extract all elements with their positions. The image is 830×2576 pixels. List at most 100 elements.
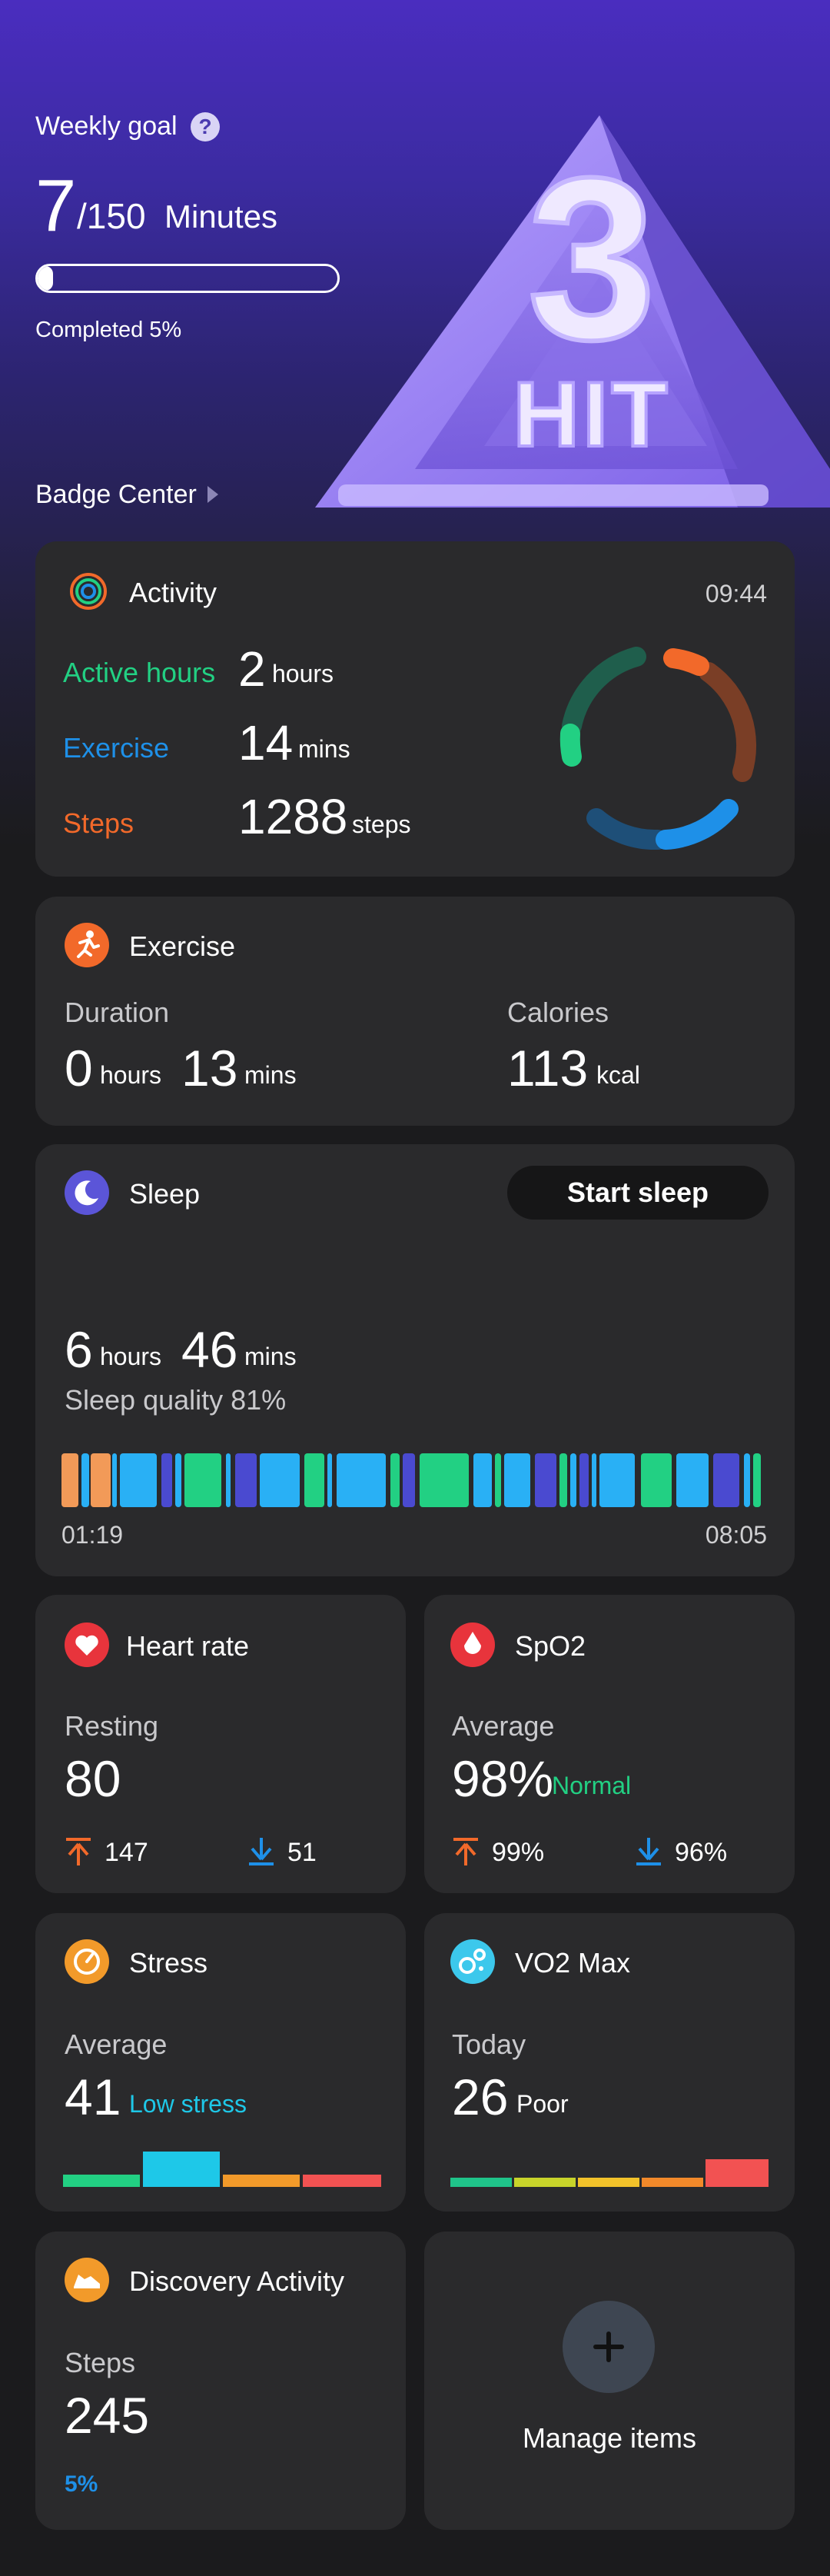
sleep-stage-segment [559, 1453, 567, 1507]
badge-number: 3 [528, 129, 656, 388]
moon-icon [65, 1170, 109, 1215]
vo2-max-card[interactable]: VO2 Max Today 26 Poor [424, 1913, 795, 2212]
vo2-bar-2 [514, 2178, 576, 2187]
exercise-title: Exercise [129, 930, 236, 962]
stress-bar-high [303, 2175, 381, 2187]
help-icon[interactable]: ? [191, 112, 220, 141]
exercise-minutes-label: Exercise [63, 732, 170, 764]
chevron-right-icon [208, 486, 218, 503]
vo2-bar-5 [706, 2159, 769, 2187]
spo2-label: Average [452, 1710, 555, 1742]
spo2-max: 99% [492, 1838, 545, 1867]
sleep-quality: Sleep quality 81% [65, 1384, 287, 1416]
heart-rate-min: 51 [287, 1838, 317, 1867]
duration-mins-unit: mins [244, 1061, 297, 1089]
weekly-goal-value: 7 [35, 165, 77, 247]
calories-unit: kcal [596, 1061, 640, 1089]
stress-card[interactable]: Stress Average 41 Low stress [35, 1913, 406, 2212]
sleep-stage-segment [390, 1453, 400, 1507]
start-sleep-button[interactable]: Start sleep [507, 1166, 769, 1220]
discovery-percent: 5% [65, 2471, 98, 2497]
exercise-minutes-value: 14 [238, 715, 294, 770]
sleep-stage-segment [112, 1453, 117, 1507]
vo2-bar-1 [450, 2178, 512, 2187]
activity-card[interactable]: Activity 09:44 Active hours 2 hours Exer… [35, 541, 795, 877]
sleep-mins-value: 46 [181, 1321, 238, 1378]
exercise-card[interactable]: Exercise Duration 0 hours 13 mins Calori… [35, 897, 795, 1126]
sleep-mins-unit: mins [244, 1343, 297, 1370]
sleep-stage-segment [81, 1453, 89, 1507]
activity-title: Activity [129, 577, 217, 608]
arrow-down-icon [636, 1838, 661, 1865]
sleep-stage-segment [495, 1453, 501, 1507]
sleep-stage-segment [420, 1453, 469, 1507]
blood-drop-icon [450, 1622, 495, 1667]
sleep-stage-segment [91, 1453, 111, 1507]
arrow-up-icon [453, 1838, 478, 1865]
sleep-stage-segment [260, 1453, 300, 1507]
vo2-max-status: Poor [516, 2090, 569, 2118]
active-hours-unit: hours [272, 660, 334, 687]
sleep-stage-segment [744, 1453, 750, 1507]
badge-3-hit-icon[interactable]: 3 HIT [307, 108, 830, 515]
heart-rate-label: Resting [65, 1710, 159, 1742]
spo2-status: Normal [552, 1772, 632, 1799]
duration-label: Duration [65, 997, 170, 1028]
heart-rate-card[interactable]: Heart rate Resting 80 147 51 [35, 1595, 406, 1893]
sleep-stage-segment [161, 1453, 172, 1507]
stress-bar-medium [223, 2175, 300, 2187]
discovery-steps-value: 245 [65, 2387, 150, 2444]
sleep-stage-segment [184, 1453, 221, 1507]
ring-steps-track [699, 662, 757, 782]
sleep-stage-segment [535, 1453, 556, 1507]
badge-subtext: HIT [513, 363, 670, 466]
sleep-stage-segment [504, 1453, 530, 1507]
running-icon [65, 923, 109, 967]
sleep-stage-segment [120, 1453, 157, 1507]
stress-label: Average [65, 2029, 168, 2060]
sleep-title: Sleep [129, 1178, 201, 1210]
duration-hours-value: 0 [65, 1040, 93, 1097]
plus-icon-vertical [606, 2331, 611, 2362]
sleep-stage-segment [175, 1453, 181, 1507]
badge-center-link[interactable]: Badge Center [35, 480, 197, 510]
vo2-max-label: Today [452, 2029, 526, 2060]
stress-bar-relaxed [63, 2175, 140, 2187]
vo2-max-title: VO2 Max [515, 1947, 631, 1979]
steps-label: Steps [63, 807, 134, 839]
stress-status: Low stress [129, 2090, 247, 2118]
shoe-icon [65, 2258, 109, 2302]
steps-value: 1288 [238, 789, 348, 844]
weekly-goal-completed: Completed 5% [35, 318, 182, 342]
discovery-activity-title: Discovery Activity [129, 2265, 345, 2297]
spo2-title: SpO2 [515, 1630, 586, 1662]
sleep-stage-segment [304, 1453, 324, 1507]
sleep-stage-segment [676, 1453, 709, 1507]
activity-time: 09:44 [705, 580, 767, 607]
heart-rate-value: 80 [65, 1750, 121, 1807]
heart-rate-max: 147 [105, 1838, 148, 1867]
duration-hours-unit: hours [100, 1061, 162, 1089]
sleep-stage-segment [473, 1453, 492, 1507]
sleep-stage-segment [579, 1453, 589, 1507]
spo2-card[interactable]: SpO2 Average 98% Normal 99% 96% [424, 1595, 795, 1893]
sleep-stage-segment [337, 1453, 386, 1507]
duration-mins-value: 13 [181, 1040, 238, 1097]
ring-active-track [562, 647, 646, 736]
calories-value: 113 [507, 1040, 589, 1097]
sleep-stage-segment [599, 1453, 635, 1507]
weekly-goal-label: Weekly goal [35, 111, 178, 141]
sleep-stage-segment [403, 1453, 415, 1507]
sleep-hours-value: 6 [65, 1321, 93, 1378]
discovery-activity-card[interactable]: Discovery Activity Steps 245 5% [35, 2232, 406, 2530]
active-hours-value: 2 [238, 641, 266, 697]
sleep-stage-segment [753, 1453, 761, 1507]
vo2-bar-4 [642, 2178, 703, 2187]
stress-gauge-icon [65, 1939, 109, 1984]
ring-active-fill [559, 724, 582, 767]
sleep-end-time: 08:05 [705, 1521, 767, 1549]
steps-unit: steps [352, 810, 411, 838]
stress-bar-low [143, 2152, 220, 2187]
exercise-minutes-unit: mins [298, 735, 350, 763]
heart-icon [65, 1622, 109, 1667]
